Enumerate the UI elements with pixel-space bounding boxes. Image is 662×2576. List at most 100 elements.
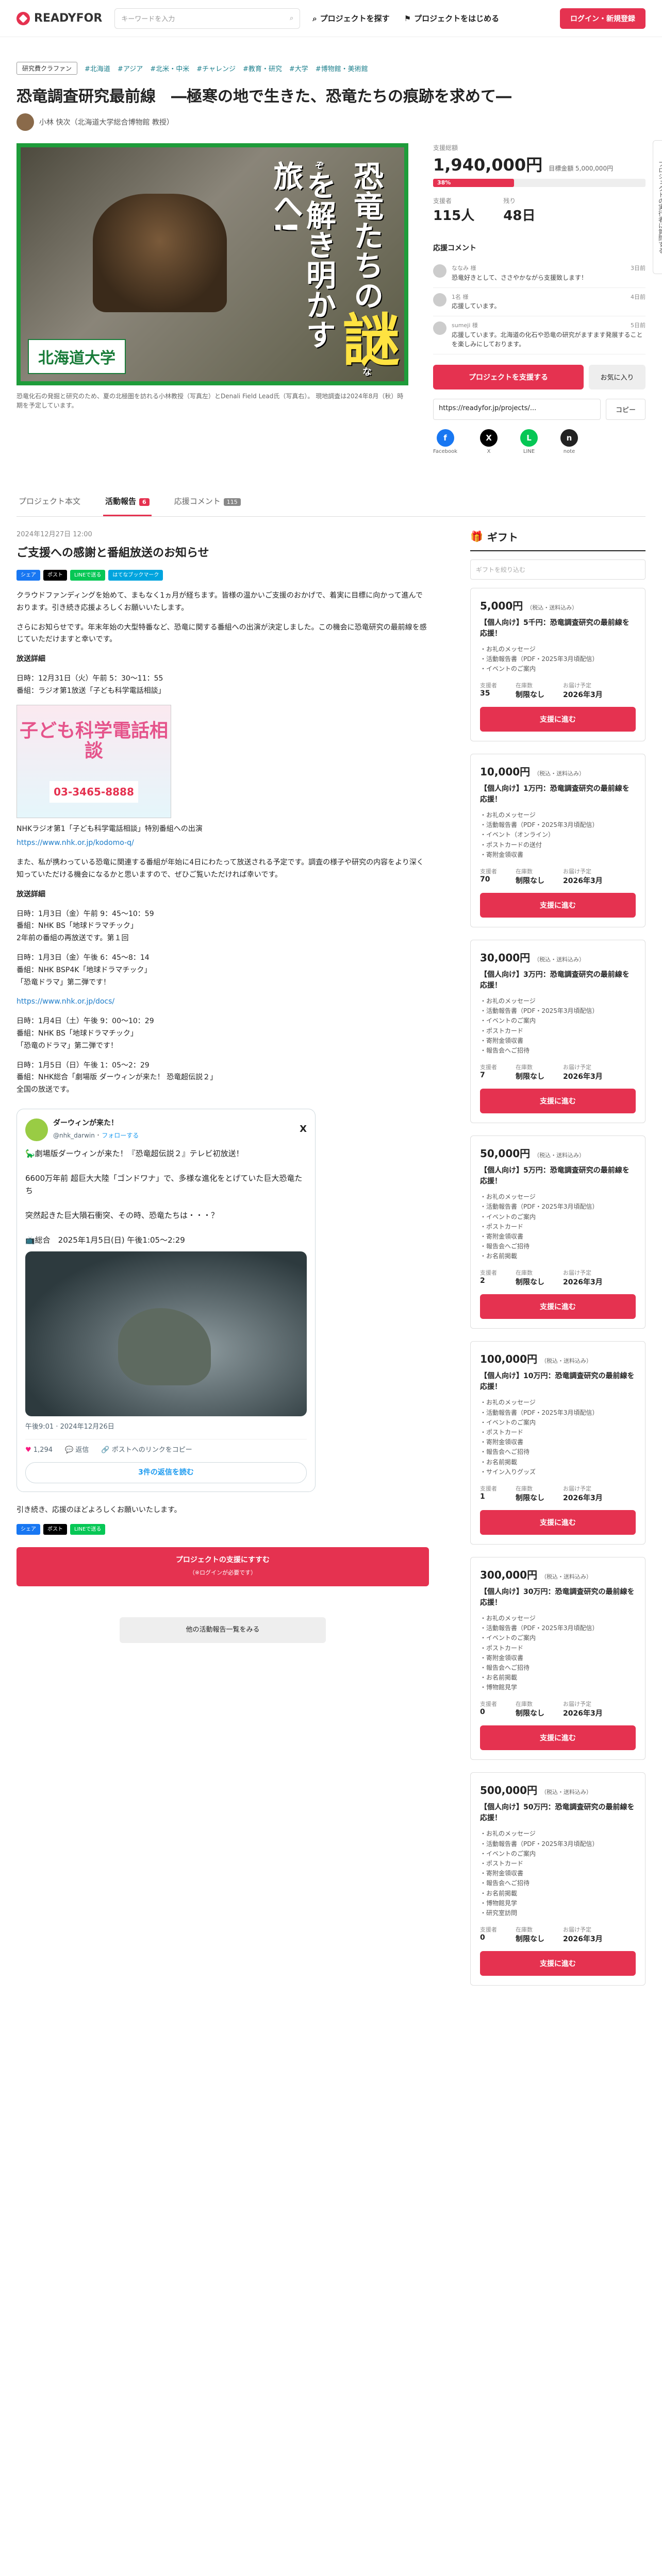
- gift-meta: 支援者 70 在庫数 制限なし お届け予定 2026年3月: [480, 868, 603, 885]
- gift-price: 5,000円 （税込・送料込み）: [480, 599, 578, 612]
- share-x[interactable]: XX: [480, 429, 498, 454]
- external-link[interactable]: https://www.nhk.or.jp/docs/: [16, 997, 114, 1006]
- note-icon: n: [560, 429, 578, 447]
- gift-support-button[interactable]: 支援に進む: [480, 1294, 636, 1319]
- gift-price: 30,000円 （税込・送料込み）: [480, 952, 585, 964]
- tag-link[interactable]: #教育・研究: [243, 63, 282, 73]
- tag-link[interactable]: #大学: [289, 63, 308, 73]
- tag-link[interactable]: #北海道: [85, 63, 110, 73]
- gift-price: 100,000円 （税込・送料込み）: [480, 1353, 592, 1366]
- gift-support-button[interactable]: 支援に進む: [480, 1089, 636, 1114]
- gift-meta: 支援者 2 在庫数 制限なし お届け予定 2026年3月: [480, 1269, 603, 1287]
- gift-card[interactable]: 500,000円 （税込・送料込み） 【個人向け】50万円：恐竜調査研究の最前線を…: [470, 1772, 646, 1986]
- avatar: [433, 321, 446, 335]
- copy-link-button[interactable]: 🔗 ポストへのリンクをコピー: [101, 1445, 192, 1456]
- report-share: シェア ポスト LINEで送る はてなブックマーク: [16, 569, 429, 581]
- ask-owner-button[interactable]: プロジェクトの実行者に質問する: [653, 140, 662, 274]
- count-badge: 115: [223, 498, 241, 506]
- gift-card[interactable]: 10,000円 （税込・送料込み） 【個人向け】1万円：恐竜調査研究の最前線を応援…: [470, 754, 646, 927]
- stats: 支援者 115人 残り 48日: [433, 196, 646, 224]
- login-button[interactable]: ログイン・新規登録: [560, 8, 646, 29]
- gift-card[interactable]: 50,000円 （税込・送料込み） 【個人向け】5万円：恐竜調査研究の最前線を応援…: [470, 1136, 646, 1329]
- site-logo[interactable]: READYFOR: [16, 11, 102, 25]
- avatar: [25, 1118, 48, 1141]
- project-title: 恐竜調査研究最前線 ―極寒の地で生きた、恐竜たちの痕跡を求めて―: [16, 88, 511, 106]
- gift-filter-input[interactable]: ギフトを絞り込む: [470, 559, 646, 580]
- nav-start-project[interactable]: ⚑ プロジェクトをはじめる: [404, 13, 499, 24]
- gift-support-button[interactable]: 支援に進む: [480, 1951, 636, 1976]
- heart-icon: ♥: [25, 1446, 31, 1454]
- post-image[interactable]: [25, 1251, 307, 1416]
- gift-card[interactable]: 5,000円 （税込・送料込み） 【個人向け】5千円：恐竜調査研究の最前線を応援！…: [470, 587, 646, 742]
- line-icon: L: [520, 429, 538, 447]
- share-line-small[interactable]: LINEで送る: [70, 1524, 106, 1535]
- share-hatena-small[interactable]: はてなブックマーク: [108, 569, 163, 581]
- search-icon[interactable]: ⌕: [290, 14, 293, 22]
- header-nav: ⌕ プロジェクトを探す ⚑ プロジェクトをはじめる: [312, 13, 499, 24]
- gift-card[interactable]: 30,000円 （税込・送料込み） 【個人向け】3万円：恐竜調査研究の最前線を応援…: [470, 940, 646, 1124]
- broadcast-item: 日時：12月31日（火）午前 5：30〜11：55 番組：ラジオ第1放送「子ども…: [16, 674, 166, 695]
- count-badge: 6: [139, 498, 150, 506]
- tab-project-body[interactable]: プロジェクト本文: [16, 487, 82, 516]
- gift-meta: 支援者 7 在庫数 制限なし お届け予定 2026年3月: [480, 1064, 603, 1081]
- share-url-row: https://readyfor.jp/projects/... コピー: [433, 398, 646, 420]
- gift-support-button[interactable]: 支援に進む: [480, 707, 636, 732]
- like-button[interactable]: ♥ 1,294: [25, 1445, 53, 1456]
- share-line-small[interactable]: LINEで送る: [70, 569, 106, 581]
- share-facebook[interactable]: f Facebook: [433, 429, 457, 454]
- gift-title: 【個人向け】30万円：恐竜調査研究の最前線を応援！: [480, 1587, 635, 1607]
- gift-support-button[interactable]: 支援に進む: [480, 893, 636, 918]
- tag-link[interactable]: #アジア: [118, 63, 143, 73]
- project-owner[interactable]: 小林 快次（北海道大学総合博物館 教授）: [16, 113, 646, 131]
- support-project-button[interactable]: プロジェクトを支援する: [433, 364, 584, 389]
- search-input[interactable]: キーワードを入力 ⌕: [114, 8, 301, 29]
- hero-section: 恐竜たちの謎なぞを解き明かす旅へ! 北海道大学 恐竜化石の発掘と研究のため、夏の…: [16, 143, 646, 454]
- share-facebook-small[interactable]: シェア: [16, 1524, 40, 1535]
- avatar: [16, 113, 34, 131]
- gift-meta: 支援者 0 在庫数 制限なし お届け予定 2026年3月: [480, 1701, 603, 1718]
- cheer-comments: 応援コメント ななみ 様 3日前 恐竜好きとして、ささやかながら支援致します！ 1名…: [433, 243, 646, 354]
- flag-icon: ⚑: [404, 13, 411, 23]
- tab-cheer-comments[interactable]: 応援コメント 115: [172, 487, 243, 516]
- other-reports-button[interactable]: 他の活動報告一覧をみる: [120, 1617, 326, 1643]
- share-x-small[interactable]: ポスト: [43, 569, 67, 581]
- follow-link[interactable]: フォローする: [102, 1132, 139, 1139]
- share-facebook-small[interactable]: シェア: [16, 569, 40, 581]
- activity-report: 2024年12月27日 12:00 ご支援への感謝と番組放送のお知らせ シェア …: [16, 529, 429, 1998]
- share-url-field[interactable]: https://readyfor.jp/projects/...: [433, 398, 601, 420]
- external-link[interactable]: https://www.nhk.or.jp/kodomo-q/: [16, 839, 134, 847]
- tag-link[interactable]: #チャレンジ: [196, 63, 236, 73]
- post-actions: ♥ 1,294 💬 返信 🔗 ポストへのリンクをコピー: [25, 1438, 307, 1456]
- reply-button[interactable]: 💬 返信: [65, 1445, 89, 1456]
- amount-label: 支援総額: [433, 144, 458, 151]
- embedded-post: ダーウィンが来た！ @nhk_darwin · フォローする X 🦕劇場版ダーウィン…: [16, 1108, 316, 1493]
- tag-link[interactable]: #博物館・美術館: [316, 63, 368, 73]
- gift-card[interactable]: 100,000円 （税込・送料込み） 【個人向け】10万円：恐竜調査研究の最前線を…: [470, 1341, 646, 1545]
- copy-url-button[interactable]: コピー: [605, 398, 646, 420]
- share-line[interactable]: L LINE: [520, 429, 538, 454]
- read-replies-button[interactable]: 3件の返信を読む: [25, 1462, 307, 1484]
- search-icon: ⌕: [312, 13, 317, 23]
- gift-meta: 支援者 35 在庫数 制限なし お届け予定 2026年3月: [480, 682, 603, 700]
- share-x-small[interactable]: ポスト: [43, 1524, 67, 1535]
- paragraph: 引き続き、応援のほどよろしくお願いいたします。: [16, 1506, 181, 1515]
- x-icon: X: [480, 429, 498, 447]
- comment-item: ななみ 様 3日前 恐竜好きとして、ささやかながら支援致します！: [433, 259, 646, 288]
- supporters-stat: 支援者 115人: [433, 197, 475, 224]
- researcher-figure: [93, 194, 227, 312]
- tab-activity-reports[interactable]: 活動報告 6: [103, 487, 152, 516]
- favorite-button[interactable]: お気に入り: [589, 364, 646, 389]
- gift-price: 500,000円 （税込・送料込み）: [480, 1784, 592, 1797]
- section-heading: 放送詳細: [16, 655, 45, 664]
- share-note[interactable]: n note: [560, 429, 578, 454]
- reply-icon: 💬: [65, 1446, 74, 1454]
- proceed-support-button[interactable]: プロジェクトの支援にすすむ （※ログインが必要です）: [16, 1547, 429, 1586]
- tag-link[interactable]: #北米・中米: [150, 63, 189, 73]
- gift-support-button[interactable]: 支援に進む: [480, 1510, 636, 1535]
- hero-caption: 恐竜化石の発掘と研究のため、夏の北極圏を訪れる小林教授（写真左）とDenali …: [16, 393, 404, 409]
- nav-find-projects[interactable]: ⌕ プロジェクトを探す: [312, 13, 389, 24]
- gift-support-button[interactable]: 支援に進む: [480, 1725, 636, 1751]
- gift-description: ・お礼のメッセージ ・活動報告書（PDF・2025年3月頃配信） ・イベントのご…: [480, 1193, 599, 1260]
- cheer-title: 応援コメント: [433, 244, 476, 252]
- gift-card[interactable]: 300,000円 （税込・送料込み） 【個人向け】30万円：恐竜調査研究の最前線を…: [470, 1556, 646, 1760]
